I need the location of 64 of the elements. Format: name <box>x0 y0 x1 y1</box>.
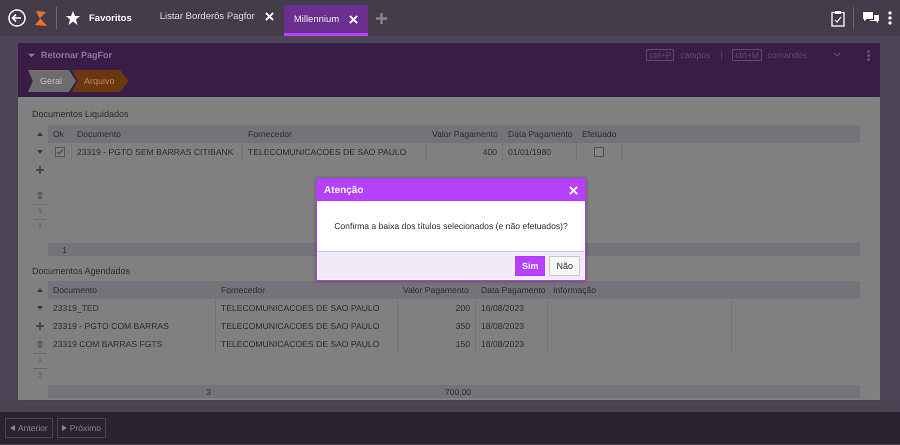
dialog-message: Confirma a baixa dos títulos selecionados (e não efetuados)? <box>334 221 568 231</box>
dialog-button[interactable]: Sim <box>514 256 546 276</box>
column-header[interactable]: Ok <box>48 125 72 143</box>
footer-count: 1 <box>61 244 68 256</box>
caret-up-icon[interactable] <box>36 130 44 138</box>
table-cell: TELECOMUNICACOES DE SAO PAULO <box>216 335 398 353</box>
logo-icon[interactable] <box>34 9 48 27</box>
table-cell: 23319 - PGTO COM BARRAS <box>48 317 216 335</box>
more-icon[interactable] <box>888 11 892 25</box>
clipboard-check-icon[interactable] <box>831 10 845 26</box>
caret-right-icon <box>62 425 67 431</box>
table-cell: 350 <box>398 317 476 335</box>
step-tab[interactable]: Geral <box>28 70 76 92</box>
table-cell: 23319_TED <box>48 299 216 317</box>
table-cell: 400 <box>427 143 503 161</box>
trash-icon[interactable] <box>36 340 44 348</box>
table-cell: 150 <box>398 335 476 353</box>
panel-title: Retornar PagFor <box>41 50 112 60</box>
plus-icon[interactable] <box>36 166 44 174</box>
close-icon[interactable] <box>349 14 358 24</box>
section-title: Documentos Liquidados <box>32 108 129 121</box>
tab[interactable]: Millennium <box>284 5 368 36</box>
nav-button[interactable]: Próximo <box>56 418 106 438</box>
column-header[interactable]: Documento <box>72 125 243 143</box>
table-cell: TELECOMUNICACOES DE SAO PAULO <box>243 143 427 161</box>
chevron-down-icon[interactable] <box>833 52 841 58</box>
caret-down-icon[interactable] <box>28 52 35 58</box>
trash-icon[interactable] <box>36 191 44 199</box>
caret-down-icon[interactable] <box>36 304 44 312</box>
table-cell: 23319 - PGTO SEM BARRAS CITIBANK <box>72 143 243 161</box>
caret-down-icon[interactable] <box>36 148 44 156</box>
chat-icon[interactable] <box>862 11 880 25</box>
separator: | <box>720 50 722 60</box>
table-cell: TELECOMUNICACOES DE SAO PAULO <box>216 317 398 335</box>
dialog-title: Atenção <box>324 184 364 196</box>
table-cell: TELECOMUNICACOES DE SAO PAULO <box>216 299 398 317</box>
table-cell: 16/08/2023 <box>476 299 548 317</box>
tab[interactable]: Listar Borderôs Pagfor <box>150 0 284 36</box>
step-tab[interactable]: Arquivo <box>72 70 129 92</box>
footer-count: 3 <box>205 386 212 398</box>
star-icon[interactable] <box>65 10 81 26</box>
back-icon[interactable] <box>8 9 26 27</box>
table-cell: 18/08/2023 <box>476 335 548 353</box>
close-icon[interactable] <box>264 12 274 21</box>
nav-button[interactable]: Anterior <box>5 418 53 438</box>
table-cell: 18/08/2023 <box>476 317 548 335</box>
table-cell: 23319 COM BARRAS FGTS <box>48 335 216 353</box>
column-header[interactable]: Data Pagamento <box>503 125 577 143</box>
section-title: Documentos Agendados <box>32 265 130 278</box>
column-header[interactable]: Valor Pagamento <box>427 125 503 143</box>
checkbox[interactable] <box>54 147 64 157</box>
plus-icon[interactable] <box>36 322 44 330</box>
caret-up-icon[interactable] <box>36 286 44 294</box>
column-header[interactable]: Fornecedor <box>243 125 427 143</box>
add-tab-icon[interactable] <box>376 12 388 24</box>
dialog-button[interactable]: Não <box>549 256 580 276</box>
table-cell: 200 <box>398 299 476 317</box>
caret-left-icon <box>10 425 15 431</box>
checkbox[interactable] <box>594 147 604 157</box>
column-header[interactable]: Documento <box>48 281 216 299</box>
column-header[interactable]: Efetuado <box>577 125 622 143</box>
table-cell: 01/01/1980 <box>503 143 577 161</box>
footer-total: 700,00 <box>444 386 472 398</box>
favorites-label[interactable]: Favoritos <box>89 12 132 24</box>
